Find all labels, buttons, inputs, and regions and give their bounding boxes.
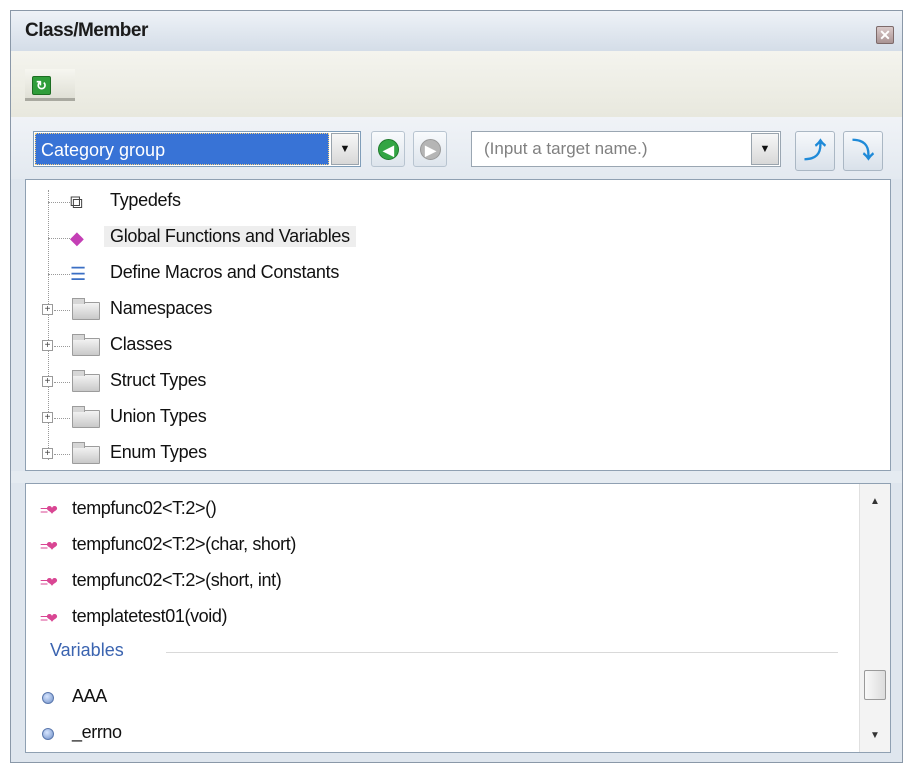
section-header-variables: Variables (50, 640, 124, 660)
main-toolbar: ↻ (11, 51, 902, 117)
target-name-combo[interactable]: ▼ (471, 131, 781, 167)
class-member-panel: Class/Member ✕ ↻ Category group ▼ ◀ ▶ ▼ (10, 10, 903, 763)
member-label: AAA (72, 686, 107, 706)
member-label: tempfunc02<T:2>(char, short) (72, 534, 296, 554)
forward-arrow-icon: ▶ (420, 139, 441, 160)
function-icon: =❤ (40, 574, 58, 590)
scroll-up-icon[interactable]: ▲ (860, 488, 890, 516)
pane-splitter[interactable] (11, 471, 902, 483)
tree-item-label: Struct Types (110, 370, 207, 390)
jump-down-button[interactable]: ⤵ (843, 131, 883, 171)
chevron-down-icon: ▼ (339, 143, 351, 155)
navigation-toolbar: Category group ▼ ◀ ▶ ▼ ⤴ ⤵ (11, 117, 902, 179)
folder-icon (72, 442, 100, 464)
jump-up-icon: ⤴ (803, 138, 826, 163)
category-dropdown-button[interactable]: ▼ (331, 133, 359, 165)
tree-item-typedefs[interactable]: ⧉ Typedefs (26, 184, 890, 220)
category-group-value: Category group (35, 133, 329, 165)
forward-button[interactable]: ▶ (413, 131, 447, 167)
folder-icon (72, 406, 100, 428)
category-tree[interactable]: ⧉ Typedefs ◆ Global Functions and Variab… (25, 179, 891, 471)
member-label: _errno (72, 722, 122, 742)
panel-title: Class/Member (25, 20, 148, 41)
tree-item-global-functions[interactable]: ◆ Global Functions and Variables (26, 220, 890, 256)
member-label: tempfunc02<T:2>() (72, 498, 217, 518)
list-item[interactable]: =❤ tempfunc02<T:2>(short, int) (26, 564, 860, 600)
tree-item-label: Enum Types (110, 442, 207, 462)
list-item[interactable]: _errno (26, 716, 860, 752)
tree-item-label: Typedefs (110, 190, 181, 210)
target-name-input[interactable] (474, 134, 746, 164)
back-button[interactable]: ◀ (371, 131, 405, 167)
scroll-thumb[interactable] (864, 670, 886, 700)
scroll-down-icon[interactable]: ▼ (860, 722, 890, 750)
jump-up-button[interactable]: ⤴ (795, 131, 835, 171)
vertical-scrollbar[interactable]: ▲ ▼ (859, 484, 890, 752)
tree-item-namespaces[interactable]: + Namespaces (26, 292, 890, 328)
refresh-icon: ↻ (32, 76, 51, 95)
back-arrow-icon: ◀ (378, 139, 399, 160)
expand-icon[interactable]: + (42, 340, 53, 351)
list-item[interactable]: =❤ tempfunc02<T:2>(char, short) (26, 528, 860, 564)
expand-icon[interactable]: + (42, 412, 53, 423)
function-icon: =❤ (40, 538, 58, 554)
tree-item-label: Define Macros and Constants (110, 262, 340, 282)
variable-icon (42, 692, 54, 704)
function-icon: =❤ (40, 610, 58, 626)
refresh-button[interactable]: ↻ (25, 69, 75, 101)
typedef-icon: ⧉ (70, 192, 83, 212)
member-label: templatetest01(void) (72, 606, 228, 626)
folder-icon (72, 334, 100, 356)
folder-icon (72, 298, 100, 320)
list-item[interactable]: =❤ tempfunc02<T:2>() (26, 492, 860, 528)
close-button[interactable]: ✕ (876, 26, 894, 44)
list-item[interactable]: AAA (26, 680, 860, 716)
tree-item-struct-types[interactable]: + Struct Types (26, 364, 890, 400)
tree-item-classes[interactable]: + Classes (26, 328, 890, 364)
variable-icon (42, 728, 54, 740)
tree-item-label: Classes (110, 334, 172, 354)
define-macros-icon: ☰ (70, 264, 87, 284)
section-divider (166, 652, 838, 653)
tree-item-label: Namespaces (110, 298, 213, 318)
expand-icon[interactable]: + (42, 448, 53, 459)
title-bar: Class/Member ✕ (11, 11, 902, 51)
function-icon: =❤ (40, 502, 58, 518)
expand-icon[interactable]: + (42, 376, 53, 387)
folder-icon (72, 370, 100, 392)
target-dropdown-button[interactable]: ▼ (751, 133, 779, 165)
tree-item-label: Union Types (110, 406, 207, 426)
category-group-select[interactable]: Category group ▼ (33, 131, 361, 167)
list-item[interactable]: =❤ templatetest01(void) (26, 600, 860, 636)
member-label: tempfunc02<T:2>(short, int) (72, 570, 282, 590)
tree-item-label: Global Functions and Variables (104, 226, 356, 247)
close-icon: ✕ (879, 27, 891, 43)
tree-item-enum-types[interactable]: + Enum Types (26, 436, 890, 470)
tree-item-define-macros[interactable]: ☰ Define Macros and Constants (26, 256, 890, 292)
jump-down-icon: ⤵ (851, 138, 874, 163)
expand-icon[interactable]: + (42, 304, 53, 315)
tree-item-union-types[interactable]: + Union Types (26, 400, 890, 436)
member-list[interactable]: =❤ tempfunc02<T:2>() =❤ tempfunc02<T:2>(… (25, 483, 891, 753)
chevron-down-icon: ▼ (759, 143, 771, 155)
global-functions-icon: ◆ (70, 228, 84, 248)
